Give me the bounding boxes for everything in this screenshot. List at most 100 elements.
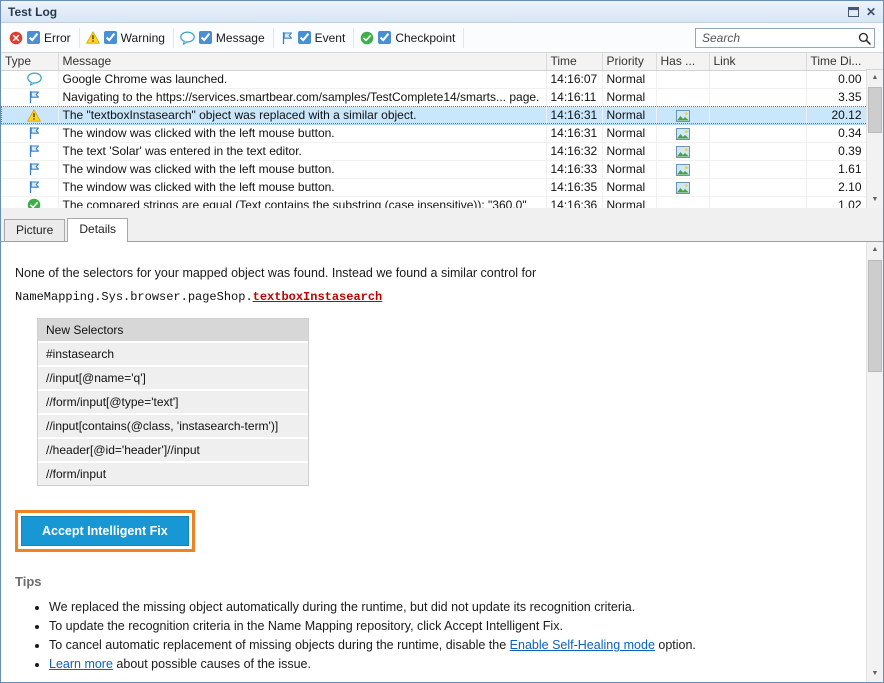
image-icon [676,110,690,122]
log-row[interactable]: The window was clicked with the left mou… [1,160,868,178]
log-scroll-thumb[interactable] [868,87,882,133]
log-link [709,178,806,196]
tip-item: We replaced the missing object automatic… [49,599,849,615]
column-header-message[interactable]: Message [58,53,546,70]
log-row[interactable]: The text 'Solar' was entered in the text… [1,142,868,160]
log-message: The "textboxInstasearch" object was repl… [58,106,546,124]
event-icon [27,162,41,176]
log-time-diff: 3.35 [806,88,868,106]
log-time: 14:16:31 [546,124,602,142]
tab-strip: PictureDetails [1,208,883,242]
accept-intelligent-fix-button[interactable]: Accept Intelligent Fix [21,516,189,546]
test-log-window: Test Log ✕ Error Warning Message Event Check… [0,0,884,683]
titlebar: Test Log ✕ [1,1,883,23]
warning-icon [86,31,100,44]
titlebar-buttons: ✕ [848,6,876,18]
log-row[interactable]: The window was clicked with the left mou… [1,124,868,142]
log-time-diff: 2.10 [806,178,868,196]
log-link [709,142,806,160]
scroll-down-icon[interactable]: ▼ [867,192,883,208]
log-priority: Normal [602,70,656,88]
error-icon [9,31,23,45]
column-header-has[interactable]: Has ... [656,53,709,70]
filter-bar: Error Warning Message Event Checkpoint [1,23,883,53]
filter-error-label: Error [44,31,71,45]
column-header-type[interactable]: Type [1,53,58,70]
selectors-rows: #instasearch//input[@name='q']//form/inp… [38,343,308,485]
column-header-link[interactable]: Link [709,53,806,70]
log-time: 14:16:11 [546,88,602,106]
log-time: 14:16:07 [546,70,602,88]
details-scrollbar[interactable]: ▲ ▼ [866,242,883,682]
image-icon [676,164,690,176]
tip-text: We replaced the missing object automatic… [49,600,635,614]
filter-warning-label: Warning [121,31,165,45]
header-filler [866,53,883,70]
intelligent-fix-highlight: Accept Intelligent Fix [15,510,195,552]
image-icon [676,182,690,194]
tip-item: Learn more about possible causes of the … [49,656,849,672]
tip-item: To update the recognition criteria in th… [49,618,849,634]
filter-event-label: Event [315,31,346,45]
tip-link[interactable]: Learn more [49,657,113,671]
tab-picture[interactable]: Picture [4,219,65,241]
column-header-priority[interactable]: Priority [602,53,656,70]
log-message: Google Chrome was launched. [58,70,546,88]
event-icon [27,126,41,140]
log-priority: Normal [602,196,656,208]
log-link [709,124,806,142]
selectors-header: New Selectors [38,319,308,343]
filter-message: Message [180,28,274,48]
search-icon[interactable] [858,32,871,48]
image-icon [676,128,690,140]
log-message: The window was clicked with the left mou… [58,160,546,178]
tab-details[interactable]: Details [67,218,128,242]
log-row[interactable]: Google Chrome was launched.14:16:07Norma… [1,70,868,88]
log-scrollbar[interactable]: ▲ ▼ [866,70,883,208]
filter-message-checkbox[interactable] [199,31,212,44]
tip-link[interactable]: Enable Self-Healing mode [510,638,655,652]
log-time: 14:16:35 [546,178,602,196]
log-row[interactable]: The compared strings are equal (Text con… [1,196,868,208]
event-icon [27,144,41,158]
tip-item: To cancel automatic replacement of missi… [49,637,849,653]
filter-warning-checkbox[interactable] [104,31,117,44]
mapped-object-link[interactable]: textboxInstasearch [253,290,383,304]
selector-item: //header[@id='header']//input [38,439,308,463]
scroll-up-icon[interactable]: ▲ [867,70,883,86]
log-time: 14:16:36 [546,196,602,208]
log-time: 14:16:31 [546,106,602,124]
close-icon[interactable]: ✕ [866,6,876,18]
selector-item: //input[contains(@class, 'instasearch-te… [38,415,308,439]
details-scroll-down-icon[interactable]: ▼ [867,666,883,682]
log-time-diff: 20.12 [806,106,868,124]
details-scroll-up-icon[interactable]: ▲ [867,242,883,258]
filter-event-checkbox[interactable] [298,31,311,44]
log-priority: Normal [602,178,656,196]
checkpoint-icon [27,198,41,208]
log-row[interactable]: The window was clicked with the left mou… [1,178,868,196]
filter-error: Error [9,28,80,48]
filter-message-label: Message [216,31,265,45]
details-scroll-thumb[interactable] [868,260,882,372]
log-row[interactable]: The "textboxInstasearch" object was repl… [1,106,868,124]
log-time-diff: 0.34 [806,124,868,142]
log-priority: Normal [602,160,656,178]
log-row[interactable]: Navigating to the https://services.smart… [1,88,868,106]
log-table-body: Google Chrome was launched.14:16:07Norma… [1,70,868,208]
log-header-row: TypeMessageTimePriorityHas ...LinkTime D… [1,53,868,70]
column-header-time[interactable]: Time [546,53,602,70]
log-link [709,196,806,208]
log-priority: Normal [602,142,656,160]
search-input[interactable] [695,28,875,48]
log-priority: Normal [602,88,656,106]
log-time: 14:16:32 [546,142,602,160]
column-header-time-di[interactable]: Time Di... [806,53,868,70]
filter-checkpoint-checkbox[interactable] [378,31,391,44]
window-title: Test Log [8,5,57,19]
details-panel: None of the selectors for your mapped ob… [1,242,883,682]
selector-item: //form/input [38,463,308,485]
window-icon[interactable] [848,7,859,17]
filter-checkpoint: Checkpoint [360,28,464,48]
filter-error-checkbox[interactable] [27,31,40,44]
